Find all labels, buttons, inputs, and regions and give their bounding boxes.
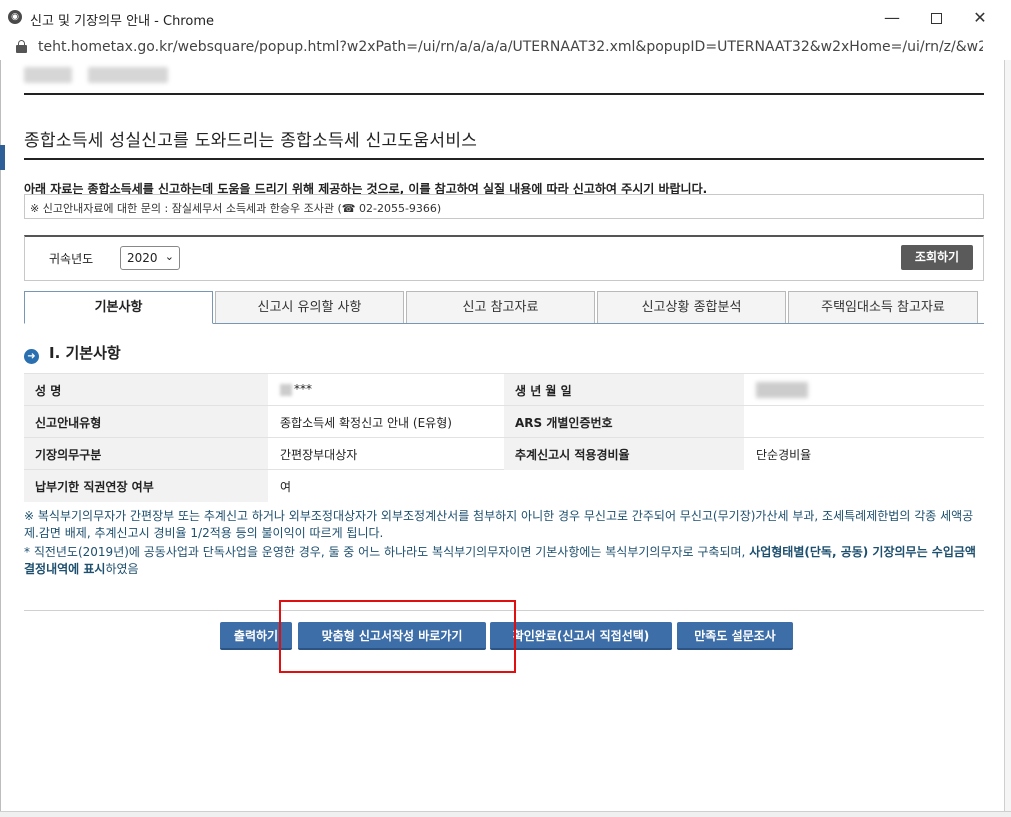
maximize-button[interactable] [914, 4, 958, 32]
window-bottom-edge [0, 811, 1011, 817]
chevron-down-icon: ⌄ [164, 250, 174, 263]
window-title: 신고 및 기장의무 안내 - Chrome [30, 14, 214, 29]
blurred-header-logo [24, 67, 72, 83]
blurred-header-text [88, 67, 168, 83]
address-bar[interactable]: teht.hometax.go.kr/websquare/popup.html?… [0, 36, 1011, 60]
minimize-button[interactable]: — [870, 4, 914, 32]
arrow-circle-icon: ➜ [24, 349, 39, 364]
table-row: 신고안내유형 종합소득세 확정신고 안내 (E유형) ARS 개별인증번호 [24, 405, 984, 438]
background-page-accent [0, 145, 5, 170]
tab-basic-info[interactable]: 기본사항 [24, 291, 213, 324]
lock-icon [16, 40, 27, 53]
window-left-edge [0, 0, 1, 817]
maximize-icon [930, 13, 942, 24]
survey-button[interactable]: 만족도 설문조사 [677, 622, 793, 650]
birth-label: 생 년 월 일 [504, 374, 744, 406]
extension-label: 납부기한 직권연장 여부 [24, 470, 268, 502]
highlight-annotation-box [279, 600, 516, 673]
section-title: ➜ Ⅰ. 기본사항 [24, 342, 121, 364]
section-title-text: Ⅰ. 기본사항 [49, 344, 121, 362]
page-title: 종합소득세 성실신고를 도와드리는 종합소득세 신고도움서비스 [24, 131, 478, 151]
confirm-button[interactable]: 확인완료(신고서 직접선택) [490, 622, 672, 650]
warning-note: ※ 복식부기의무자가 간편장부 또는 추계신고 하거나 외부조정대상자가 외부조… [24, 509, 974, 540]
table-row: 성 명 *** 생 년 월 일 [24, 373, 984, 406]
bookkeeping-label: 기장의무구분 [24, 438, 268, 470]
search-button[interactable]: 조회하기 [901, 245, 973, 270]
table-row: 기장의무구분 간편장부대상자 추계신고시 적용경비율 단순경비율 [24, 437, 984, 470]
expense-rate-label: 추계신고시 적용경비율 [504, 438, 744, 470]
ars-value [744, 406, 984, 438]
guide-type-label: 신고안내유형 [24, 406, 268, 438]
name-label: 성 명 [24, 374, 268, 406]
tab-rental-income[interactable]: 주택임대소득 참고자료 [788, 291, 978, 323]
window-right-edge [1004, 60, 1011, 817]
year-select-value: 2020 [127, 251, 158, 265]
title-divider [24, 158, 984, 160]
info-note-part3: 하였음 [105, 562, 139, 576]
ars-label: ARS 개별인증번호 [504, 406, 744, 438]
birth-value-cell [744, 374, 984, 406]
name-value-cell: *** [268, 374, 504, 406]
bookkeeping-value: 간편장부대상자 [268, 438, 504, 470]
info-note-part1: * 직전년도(2019년)에 공동사업과 단독사업을 운영한 경우, 둘 중 어… [24, 545, 750, 559]
guide-type-value: 종합소득세 확정신고 안내 (E유형) [268, 406, 504, 438]
info-note: * 직전년도(2019년)에 공동사업과 단독사업을 운영한 경우, 둘 중 어… [24, 544, 986, 578]
tab-reference-data[interactable]: 신고 참고자료 [406, 291, 595, 323]
url-text: teht.hometax.go.kr/websquare/popup.html?… [38, 39, 983, 55]
year-label: 귀속년도 [49, 252, 94, 266]
close-button[interactable]: ✕ [958, 4, 1002, 32]
chrome-globe-icon: ◉ [8, 10, 22, 24]
extension-value: 여 [268, 470, 504, 502]
name-value: *** [294, 382, 312, 396]
top-divider [24, 93, 984, 95]
search-box: 귀속년도 2020 ⌄ 조회하기 [24, 235, 984, 281]
tab-filing-analysis[interactable]: 신고상황 종합분석 [597, 291, 786, 323]
tab-bar: 기본사항 신고시 유의할 사항 신고 참고자료 신고상황 종합분석 주택임대소득… [24, 291, 984, 324]
inquiry-box: ※ 신고안내자료에 대한 문의 : 잠실세무서 소득세과 한승우 조사관 (☎ … [24, 194, 984, 219]
blurred-birthdate [756, 382, 808, 398]
table-row: 납부기한 직권연장 여부 여 [24, 469, 504, 502]
blurred-name [280, 383, 292, 396]
expense-rate-value: 단순경비율 [744, 438, 984, 470]
tab-filing-cautions[interactable]: 신고시 유의할 사항 [215, 291, 404, 323]
year-select[interactable]: 2020 ⌄ [120, 246, 180, 270]
window-titlebar: ◉ 신고 및 기장의무 안내 - Chrome — ✕ [0, 0, 1011, 36]
